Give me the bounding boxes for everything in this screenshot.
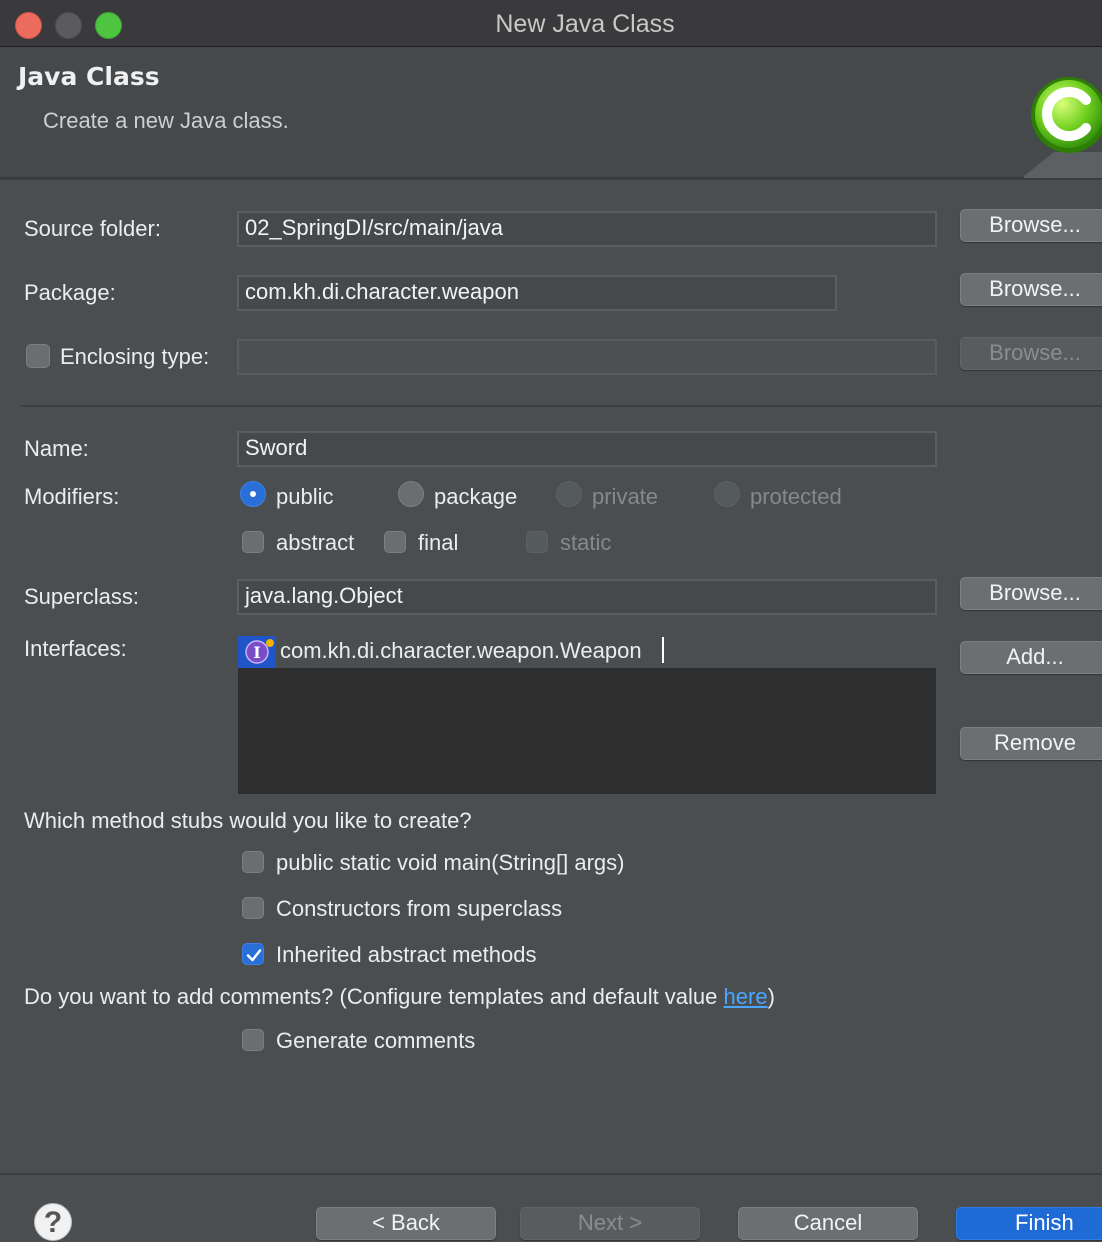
add-interface-button[interactable]: Add... — [960, 641, 1102, 674]
interfaces-label: Interfaces: — [24, 636, 127, 661]
modifier-public-radio[interactable] — [240, 481, 266, 507]
modifier-abstract-checkbox[interactable] — [242, 531, 264, 553]
modifier-public-label: public — [276, 484, 334, 509]
superclass-label: Superclass: — [24, 584, 139, 609]
back-button[interactable]: < Back — [316, 1207, 496, 1240]
modifier-static-checkbox[interactable] — [526, 531, 548, 553]
generate-comments-checkbox[interactable] — [242, 1029, 264, 1051]
modifier-final-label: final — [418, 530, 459, 555]
superclass-browse-button[interactable]: Browse... — [960, 577, 1102, 610]
source-folder-field[interactable]: 02_SpringDI/src/main/java — [237, 211, 937, 247]
page-description: Create a new Java class. — [43, 108, 289, 133]
stub-main-checkbox[interactable] — [242, 851, 264, 873]
source-folder-browse-button[interactable]: Browse... — [960, 209, 1102, 242]
svg-text:I: I — [253, 643, 260, 662]
page-title: Java Class — [18, 62, 160, 91]
modifiers-label: Modifiers: — [24, 484, 120, 509]
superclass-field[interactable]: java.lang.Object — [237, 579, 937, 615]
generate-comments-label: Generate comments — [276, 1028, 476, 1053]
comments-question-text: Do you want to add comments? (Configure … — [24, 984, 724, 1009]
package-field[interactable]: com.kh.di.character.weapon — [237, 275, 837, 311]
modifier-protected-label: protected — [750, 484, 842, 509]
enclosing-type-browse-button[interactable]: Browse... — [960, 337, 1102, 370]
help-icon[interactable]: ? — [34, 1203, 72, 1241]
stub-inherited-checkbox[interactable] — [242, 943, 264, 965]
enclosing-type-checkbox[interactable] — [26, 344, 50, 368]
finish-button[interactable]: Finish — [956, 1207, 1102, 1240]
section-divider — [20, 405, 1102, 407]
modifier-abstract-label: abstract — [276, 530, 355, 555]
modifier-final-checkbox[interactable] — [384, 531, 406, 553]
source-folder-label: Source folder: — [24, 216, 161, 241]
configure-templates-link[interactable]: here — [724, 984, 768, 1009]
java-class-icon — [1024, 77, 1102, 180]
interface-icon: I — [238, 636, 276, 668]
enclosing-type-label: Enclosing type: — [60, 344, 210, 369]
modifier-private-label: private — [592, 484, 659, 509]
package-label: Package: — [24, 280, 116, 305]
stub-main-label: public static void main(String[] args) — [276, 850, 625, 875]
interfaces-list[interactable] — [238, 668, 936, 794]
banner-divider — [0, 178, 1102, 180]
modifier-package-label: package — [434, 484, 518, 509]
name-label: Name: — [24, 436, 89, 461]
footer-divider — [0, 1173, 1102, 1175]
name-field[interactable]: Sword — [237, 431, 937, 467]
next-button[interactable]: Next > — [520, 1207, 700, 1240]
interface-list-item[interactable]: com.kh.di.character.weapon.Weapon — [280, 638, 642, 664]
package-browse-button[interactable]: Browse... — [960, 273, 1102, 306]
checkmark-icon — [246, 949, 262, 962]
stub-constructors-label: Constructors from superclass — [276, 896, 563, 921]
text-cursor — [662, 637, 664, 663]
stub-constructors-checkbox[interactable] — [242, 897, 264, 919]
modifier-protected-radio[interactable] — [714, 481, 740, 507]
comments-question-close: ) — [767, 984, 775, 1009]
comments-question: Do you want to add comments? (Configure … — [24, 984, 775, 1010]
modifier-static-label: static — [560, 530, 612, 555]
method-stubs-question: Which method stubs would you like to cre… — [24, 808, 472, 833]
title-bar: New Java Class — [0, 0, 1102, 47]
cancel-button[interactable]: Cancel — [738, 1207, 918, 1240]
stub-inherited-label: Inherited abstract methods — [276, 942, 537, 967]
remove-interface-button[interactable]: Remove — [960, 727, 1102, 760]
window-title: New Java Class — [495, 10, 675, 38]
enclosing-type-field[interactable] — [237, 339, 937, 375]
modifier-private-radio[interactable] — [556, 481, 582, 507]
modifier-package-radio[interactable] — [398, 481, 424, 507]
